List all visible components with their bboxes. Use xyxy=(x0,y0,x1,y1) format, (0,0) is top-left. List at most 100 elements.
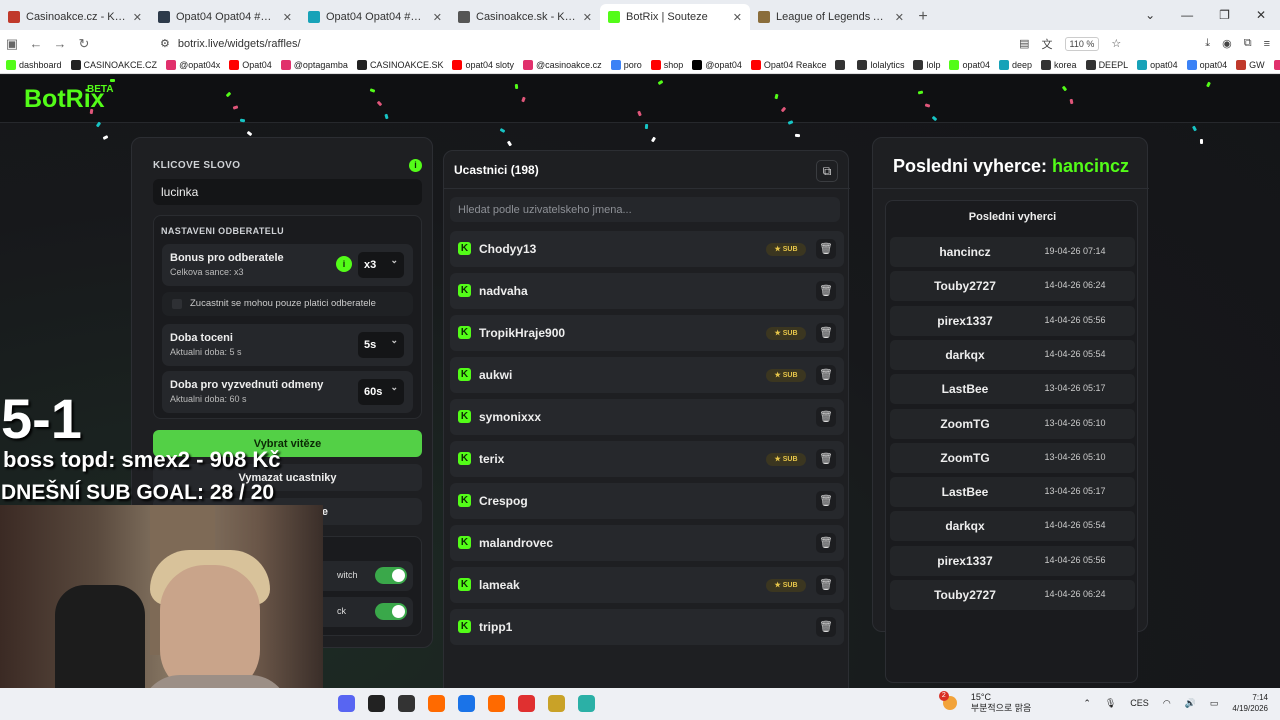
extensions-icon[interactable]: ⧉ xyxy=(1244,37,1252,50)
taskbar-app-icon[interactable] xyxy=(368,695,385,712)
claim-duration-select[interactable]: 60s ⌄ xyxy=(358,379,404,405)
zoom-level[interactable]: 110 % xyxy=(1064,36,1100,51)
delete-participant-icon[interactable]: 🗑 xyxy=(816,617,836,637)
clock[interactable]: 7:14 4/19/2026 xyxy=(1232,692,1268,714)
address-bar[interactable]: ⚙ botrix.live/widgets/raffles/ xyxy=(160,37,1019,51)
maximize-icon[interactable]: ❐ xyxy=(1219,8,1230,22)
participant-search-input[interactable]: Hledat podle uzivatelskeho jmena... xyxy=(450,197,840,222)
bookmark-label: deep xyxy=(1012,60,1033,70)
bookmark-item[interactable]: CASINOAKCE.SK xyxy=(356,60,443,70)
subscriber-bonus-select[interactable]: x3 ⌄ xyxy=(358,252,404,278)
taskbar-app-icon[interactable] xyxy=(548,695,565,712)
volume-icon[interactable]: 🔊 xyxy=(1185,698,1196,709)
translate-icon[interactable]: 文 xyxy=(1042,36,1053,52)
bookmark-icon xyxy=(452,60,463,70)
close-tab-icon[interactable]: ✕ xyxy=(133,11,142,24)
taskbar-app-icon[interactable] xyxy=(578,695,595,712)
delete-participant-icon[interactable]: 🗑 xyxy=(816,323,836,343)
bookmark-star-icon[interactable]: ☆ xyxy=(1111,37,1121,50)
only-paid-checkbox[interactable] xyxy=(172,299,182,309)
close-window-icon[interactable]: ✕ xyxy=(1256,8,1266,22)
copy-icon[interactable]: ⧉ xyxy=(816,160,838,182)
sidebar-icon[interactable]: ▣ xyxy=(0,36,24,52)
delete-participant-icon[interactable]: 🗑 xyxy=(816,239,836,259)
bookmark-item[interactable] xyxy=(835,60,848,70)
site-info-icon[interactable]: ⚙ xyxy=(160,37,170,50)
taskbar-app-icon[interactable] xyxy=(458,695,475,712)
browser-tab-active[interactable]: BotRix | Souteze ✕ xyxy=(600,4,750,30)
download-icon[interactable]: ⤓ xyxy=(1205,37,1210,50)
forward-icon[interactable]: → xyxy=(48,36,72,51)
bookmark-item[interactable]: @opat04x xyxy=(166,60,220,70)
taskbar-app-icon[interactable] xyxy=(518,695,535,712)
menu-icon[interactable]: ≡ xyxy=(1264,38,1270,50)
wifi-icon[interactable]: ◠ xyxy=(1163,698,1171,709)
keyword-input[interactable]: lucinka xyxy=(153,179,422,205)
bookmark-item[interactable]: Opat04 Reakce xyxy=(750,60,826,70)
delete-participant-icon[interactable]: 🗑 xyxy=(816,491,836,511)
microphone-icon[interactable]: 🎙 xyxy=(1105,698,1116,709)
url-text[interactable]: botrix.live/widgets/raffles/ xyxy=(178,38,301,50)
account-icon[interactable]: ◉ xyxy=(1222,37,1232,50)
bookmark-item[interactable]: opat04 xyxy=(1186,60,1227,70)
bookmark-item[interactable]: opat04.gg xyxy=(1273,60,1280,70)
participant-name: Crespog xyxy=(479,494,528,508)
close-tab-icon[interactable]: ✕ xyxy=(583,11,592,24)
bookmark-item[interactable]: @optagamba xyxy=(280,60,348,70)
new-tab-button[interactable]: + xyxy=(912,4,934,30)
tab-list-icon[interactable]: ⌄ xyxy=(1145,8,1155,22)
bookmark-item[interactable]: DEEPL xyxy=(1085,60,1128,70)
bookmark-item[interactable]: korea xyxy=(1041,60,1077,70)
toggle-switch-1[interactable] xyxy=(375,567,407,584)
bookmark-item[interactable]: Opat04 xyxy=(229,60,272,70)
bookmark-item[interactable]: lolp xyxy=(913,60,940,70)
delete-participant-icon[interactable]: 🗑 xyxy=(816,449,836,469)
spin-duration-select[interactable]: 5s ⌄ xyxy=(358,332,404,358)
back-icon[interactable]: ← xyxy=(24,36,48,51)
bookmark-item[interactable]: CASINOAKCE.CZ xyxy=(70,60,157,70)
language-indicator[interactable]: CES xyxy=(1130,698,1149,708)
delete-participant-icon[interactable]: 🗑 xyxy=(816,365,836,385)
close-tab-icon[interactable]: ✕ xyxy=(283,11,292,24)
bookmark-item[interactable]: shop xyxy=(650,60,683,70)
close-tab-icon[interactable]: ✕ xyxy=(433,11,442,24)
toggle-switch-2[interactable] xyxy=(375,603,407,620)
bookmark-icon xyxy=(6,60,16,70)
taskbar-app-icon[interactable] xyxy=(398,695,415,712)
delete-participant-icon[interactable]: 🗑 xyxy=(816,575,836,595)
minimize-icon[interactable]: — xyxy=(1181,8,1193,22)
only-paid-row[interactable]: Zucastnit se mohou pouze platici odberat… xyxy=(162,292,413,316)
close-tab-icon[interactable]: ✕ xyxy=(733,11,742,24)
browser-tab[interactable]: Opat04 Opat04 #KR04 - LOL ST...✕ xyxy=(150,4,300,30)
bookmark-item[interactable]: opat04 sloty xyxy=(452,60,514,70)
info-icon[interactable]: i xyxy=(409,159,422,172)
bookmark-item[interactable]: poro xyxy=(610,60,642,70)
weather-widget[interactable]: 15°C 부분적으로 맑음 xyxy=(971,692,1031,714)
browser-toolbar: ▣ ← → ↻ ⚙ botrix.live/widgets/raffles/ ▤… xyxy=(0,30,1280,57)
browser-tab[interactable]: Opat04 Opat04 #KR04 - LOL ST...✕ xyxy=(300,4,450,30)
delete-participant-icon[interactable]: 🗑 xyxy=(816,407,836,427)
bookmark-item[interactable]: deep xyxy=(999,60,1032,70)
taskbar-app-icon[interactable] xyxy=(488,695,505,712)
bookmark-item[interactable]: opat04 xyxy=(1137,60,1178,70)
taskbar-app-icon[interactable] xyxy=(338,695,355,712)
reader-view-icon[interactable]: ▤ xyxy=(1019,37,1029,50)
browser-tab[interactable]: Casinoakce.sk - Kasino bonusy✕ xyxy=(450,4,600,30)
info-icon[interactable]: i xyxy=(336,256,352,272)
weather-icon[interactable]: 2 xyxy=(938,691,957,710)
delete-participant-icon[interactable]: 🗑 xyxy=(816,281,836,301)
bookmark-item[interactable]: @opat04 xyxy=(692,60,742,70)
browser-tab[interactable]: Casinoakce.cz - Kasino bonusy✕ xyxy=(0,4,150,30)
reload-icon[interactable]: ↻ xyxy=(72,36,96,52)
bookmark-item[interactable]: lolalytics xyxy=(857,60,904,70)
close-tab-icon[interactable]: ✕ xyxy=(895,11,904,24)
delete-participant-icon[interactable]: 🗑 xyxy=(816,533,836,553)
bookmark-item[interactable]: @casinoakce.cz xyxy=(523,60,602,70)
taskbar-app-icon[interactable] xyxy=(428,695,445,712)
battery-icon[interactable]: ▭ xyxy=(1210,698,1219,709)
bookmark-item[interactable]: dashboard xyxy=(6,60,62,70)
bookmark-item[interactable]: GW xyxy=(1236,60,1265,70)
browser-tab[interactable]: League of Legends Analytics • L...✕ xyxy=(750,4,912,30)
chevron-up-icon[interactable]: ⌃ xyxy=(1083,698,1091,709)
bookmark-item[interactable]: opat04 xyxy=(949,60,990,70)
